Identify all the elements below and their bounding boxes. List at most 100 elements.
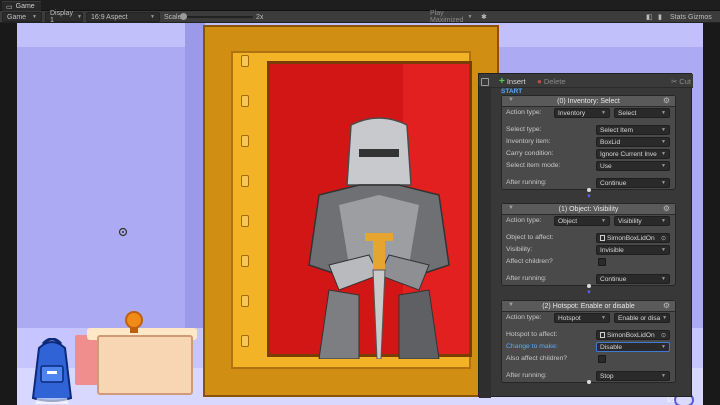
chevron-down-icon: ▼ xyxy=(661,180,666,186)
frame-stud xyxy=(241,55,249,67)
audio-icon[interactable]: ◧ xyxy=(646,12,653,22)
desk[interactable] xyxy=(97,335,193,395)
chevron-down-icon: ▼ xyxy=(661,276,666,282)
object-to-affect-row: Object to affect: SimonBoxLidOn ⊙ xyxy=(502,232,675,244)
chevron-down-icon: ▼ xyxy=(467,14,473,20)
select-item-mode-dropdown[interactable]: Use ▼ xyxy=(596,161,670,171)
after-running-dropdown[interactable]: Stop ▼ xyxy=(596,371,670,381)
game-dropdown[interactable]: Game ▼ xyxy=(2,12,42,22)
backpack-icon[interactable] xyxy=(27,338,77,404)
carry-condition-dropdown[interactable]: Ignore Current Inve ▼ xyxy=(596,149,670,159)
collapse-icon[interactable]: ▼ xyxy=(508,97,514,103)
action-subtype-dropdown[interactable]: Enable or disa ▼ xyxy=(614,313,670,323)
chevron-down-icon: ▼ xyxy=(662,315,668,321)
knight-figure xyxy=(308,117,450,359)
orange-knob[interactable] xyxy=(125,311,143,329)
action-node-1[interactable]: ▼ (1) Object: Visibility ⚙ Action type: … xyxy=(501,203,676,286)
chevron-down-icon: ▼ xyxy=(661,247,666,253)
also-affect-children-checkbox[interactable] xyxy=(598,355,606,363)
frame-stud xyxy=(241,255,249,267)
action-category-dropdown[interactable]: Object ▼ xyxy=(554,216,610,226)
affect-children-checkbox[interactable] xyxy=(598,258,606,266)
action-subtype-dropdown[interactable]: Select ▼ xyxy=(614,108,670,118)
after-running-dropdown[interactable]: Continue ▼ xyxy=(596,274,670,284)
node-connector-dot[interactable] xyxy=(587,284,591,288)
collapse-icon[interactable]: ▼ xyxy=(508,302,514,308)
object-icon xyxy=(600,332,605,338)
also-affect-children-row: Also affect children? xyxy=(502,353,675,365)
action-type-row: Action type: Object ▼ Visibility ▼ xyxy=(502,215,675,227)
chevron-down-icon: ▼ xyxy=(601,110,606,116)
knight-painting[interactable] xyxy=(203,25,499,397)
arrow-down-icon: ▼ xyxy=(586,194,592,200)
aspect-dropdown[interactable]: 16:9 Aspect ▼ xyxy=(86,12,160,22)
editor-gutter xyxy=(479,78,491,398)
delete-icon: ● xyxy=(537,77,542,86)
node-connector-dot[interactable] xyxy=(587,380,591,384)
action-category-dropdown[interactable]: Hotspot ▼ xyxy=(554,313,610,323)
chevron-down-icon: ▼ xyxy=(601,218,606,224)
gear-icon[interactable]: ⚙ xyxy=(663,204,670,213)
play-mode-dropdown[interactable]: Play Maximized ▼ xyxy=(425,10,477,24)
cursor-icon xyxy=(118,227,128,237)
insert-button[interactable]: + Insert xyxy=(499,76,526,87)
scale-label: Scale xyxy=(164,13,182,21)
select-item-mode-row: Select item mode: Use ▼ xyxy=(502,160,675,172)
frame-stud xyxy=(241,335,249,347)
game-view-toolbar: Game ▼ Display 1 ▼ 16:9 Aspect ▼ Scale 2x P… xyxy=(0,10,720,24)
object-to-affect-field[interactable]: SimonBoxLidOn ⊙ xyxy=(596,233,670,243)
action-subtype-dropdown[interactable]: Visibility ▼ xyxy=(614,216,670,226)
collapse-icon[interactable]: ▼ xyxy=(508,205,514,211)
gear-icon[interactable]: ⚙ xyxy=(663,301,670,310)
gizmos-button[interactable]: Gizmos xyxy=(688,12,712,22)
cut-button[interactable]: ✂ Cut xyxy=(671,76,691,87)
scale-slider-knob[interactable] xyxy=(180,13,187,20)
action-node-0[interactable]: ▼ (0) Inventory: Select ⚙ Action type: I… xyxy=(501,95,676,190)
mute-icon[interactable]: ✱ xyxy=(481,12,487,22)
node-header[interactable]: ▼ (0) Inventory: Select ⚙ xyxy=(502,96,675,107)
inventory-item-dropdown[interactable]: BoxLid ▼ xyxy=(596,137,670,147)
chevron-down-icon: ▼ xyxy=(76,14,82,20)
game-tab-label: Game xyxy=(15,3,35,10)
affect-children-row: Affect children? xyxy=(502,256,675,268)
object-picker-icon: ⊙ xyxy=(660,332,666,339)
node-connector-dot[interactable] xyxy=(587,188,591,192)
hotspot-to-affect-field[interactable]: SimonBoxLidOn ⊙ xyxy=(596,330,670,340)
game-tab[interactable]: ▭ Game xyxy=(2,1,41,11)
chevron-down-icon: ▼ xyxy=(661,163,666,169)
hotspot-to-affect-row: Hotspot to affect: SimonBoxLidOn ⊙ xyxy=(502,329,675,341)
stats-button[interactable]: Stats xyxy=(670,12,686,22)
frame-debug-icon[interactable]: ▮ xyxy=(658,12,662,22)
object-picker-icon: ⊙ xyxy=(660,235,666,242)
node-header[interactable]: ▼ (1) Object: Visibility ⚙ xyxy=(502,204,675,215)
action-category-dropdown[interactable]: Inventory ▼ xyxy=(554,108,610,118)
game-view[interactable]: 1/1 + Insert ● Delete ✂ Cut START ▼ (0) … xyxy=(0,23,720,405)
action-type-row: Action type: Hotspot ▼ Enable or disa ▼ xyxy=(502,312,675,324)
change-to-make-row: Change to make: Disable ▼ xyxy=(502,341,675,353)
select-type-row: Select type: Select Item ▼ xyxy=(502,124,675,136)
lock-icon[interactable] xyxy=(481,78,489,86)
arrow-down-icon: ▼ xyxy=(586,290,592,296)
chevron-down-icon: ▼ xyxy=(661,110,666,116)
display-dropdown[interactable]: Display 1 ▼ xyxy=(45,10,83,24)
scale-value: 2x xyxy=(256,13,264,21)
frame-stud xyxy=(241,295,249,307)
corner-counter: 1/1 xyxy=(666,398,675,404)
visibility-dropdown[interactable]: Invisible ▼ xyxy=(596,245,670,255)
action-node-2[interactable]: ▼ (2) Hotspot: Enable or disable ⚙ Actio… xyxy=(501,300,676,383)
object-icon xyxy=(600,235,605,241)
delete-button[interactable]: ● Delete xyxy=(537,76,566,87)
chevron-down-icon: ▼ xyxy=(661,127,666,133)
node-header[interactable]: ▼ (2) Hotspot: Enable or disable ⚙ xyxy=(502,301,675,312)
change-to-make-dropdown[interactable]: Disable ▼ xyxy=(596,342,670,352)
scale-slider[interactable] xyxy=(180,13,253,20)
select-type-dropdown[interactable]: Select Item ▼ xyxy=(596,125,670,135)
after-running-dropdown[interactable]: Continue ▼ xyxy=(596,178,670,188)
chevron-down-icon: ▼ xyxy=(601,315,606,321)
cut-icon: ✂ xyxy=(671,77,678,86)
actionlist-editor: + Insert ● Delete ✂ Cut START ▼ (0) Inve… xyxy=(478,73,693,398)
chevron-down-icon: ▼ xyxy=(661,218,666,224)
frame-stud xyxy=(241,175,249,187)
actionlist-toolbar: + Insert ● Delete ✂ Cut xyxy=(479,74,693,88)
gear-icon[interactable]: ⚙ xyxy=(663,96,670,105)
